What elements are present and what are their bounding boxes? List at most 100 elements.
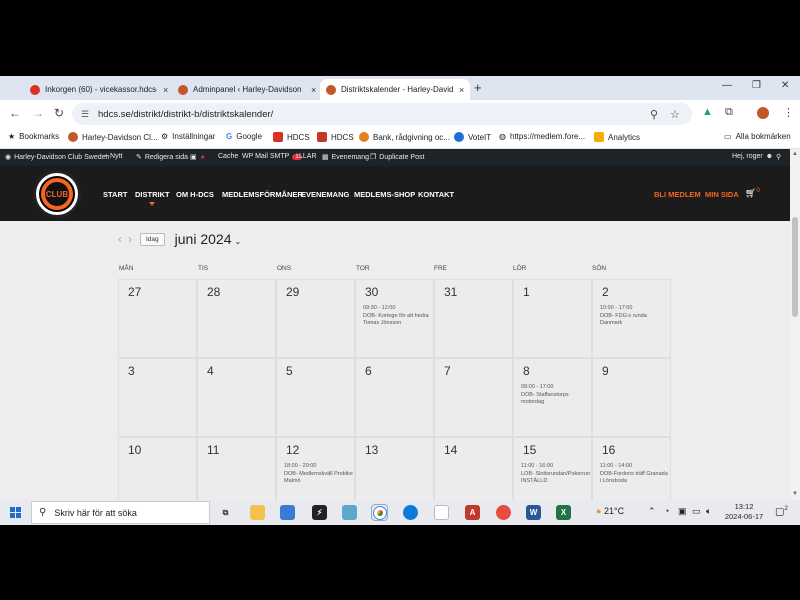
nav-medlemsformaner[interactable]: MEDLEMSFÖRMÅNER <box>222 190 303 199</box>
reload-button[interactable]: ↻ <box>54 106 64 120</box>
edge-icon[interactable] <box>403 505 418 520</box>
admin-smtp-link[interactable]: WP Mail SMTP 1 <box>242 153 302 160</box>
bookmark-item[interactable]: HDCS <box>317 132 354 142</box>
admin-site-link[interactable]: ◉ Harley-Davidson Club Sweden <box>5 153 109 162</box>
windows-start-button[interactable] <box>10 507 21 518</box>
calendar-day-cell[interactable]: 13 <box>355 437 434 500</box>
tray-icon[interactable]: ◔ <box>664 506 669 516</box>
calendar-day-cell[interactable]: 3 <box>118 358 197 437</box>
minimize-button[interactable]: — <box>722 80 732 91</box>
calendar-day-cell[interactable]: 16 11:00 - 14:00 DOB-Fordons träff Granada… <box>592 437 671 500</box>
file-explorer-icon[interactable] <box>250 505 265 520</box>
notifications-button[interactable]: ▢2 <box>775 506 788 517</box>
join-button[interactable]: BLI MEDLEM <box>654 190 701 199</box>
admin-edit-link[interactable]: ✎ Redigera sida <box>136 153 188 162</box>
bookmark-item[interactable]: VoteIT <box>454 132 491 142</box>
bookmark-item[interactable]: Bank, rådgivning oc... <box>359 132 450 142</box>
task-view-icon[interactable]: ⧉ <box>218 505 233 520</box>
tab-distriktskalender[interactable]: Distriktskalender - Harley-David × <box>320 79 471 100</box>
month-selector[interactable]: juni 2024 ⌄ <box>175 231 242 247</box>
today-button[interactable]: Idag <box>140 232 165 246</box>
zoom-icon[interactable]: ⚲ <box>650 108 658 121</box>
cart-button[interactable]: 🛒︎0 <box>745 188 760 199</box>
admin-events-link[interactable]: ▦ Evenemang <box>322 153 369 162</box>
calendar-day-cell[interactable]: 2 10:00 - 17:00 DOB- FDG:s runda Danmark <box>592 279 671 358</box>
calendar-day-cell[interactable]: 28 <box>197 279 276 358</box>
page-scrollbar[interactable]: ▲ ▼ <box>790 149 800 500</box>
site-info-icon[interactable]: ☰ <box>81 109 89 120</box>
my-page-button[interactable]: MIN SIDA <box>705 190 739 199</box>
word-icon[interactable]: W <box>526 505 541 520</box>
tab-adminpanel[interactable]: Adminpanel ‹ Harley-Davidson × <box>172 79 322 100</box>
calendar-event[interactable]: 11:00 - 16:00 LOB- Slottsrundan/Pokerrun I… <box>521 463 591 485</box>
network-icon[interactable]: ▭ <box>692 506 701 517</box>
calendar-event[interactable]: 09:30 - 12:00 DOB- Kortege för att hedra … <box>363 305 433 327</box>
calendar-event[interactable]: 10:00 - 17:00 DOB- FDG:s runda Danmark <box>600 305 670 327</box>
weather-widget[interactable]: ● 21°C <box>596 506 624 516</box>
admin-cache-icons[interactable]: ▣ ● <box>190 153 205 162</box>
all-bookmarks[interactable]: ▭ Alla bokmärken <box>724 132 791 141</box>
back-button[interactable]: ← <box>9 106 21 120</box>
calendar-day-cell[interactable]: 30 09:30 - 12:00 DOB- Kortege för att hedr… <box>355 279 434 358</box>
admin-new-link[interactable]: + Nytt <box>104 153 122 160</box>
close-tab-icon[interactable]: × <box>311 85 316 95</box>
bookmark-item[interactable]: HDCS <box>273 132 310 142</box>
calendar-day-cell[interactable]: 15 11:00 - 16:00 LOB- Slottsrundan/Pokerru… <box>513 437 592 500</box>
nav-medlems-shop[interactable]: MEDLEMS-SHOP <box>354 190 415 199</box>
calendar-event[interactable]: 18:00 - 20:00 DOB- Medlemskväll Probike M… <box>284 463 354 485</box>
volume-icon[interactable]: 🔈︎ <box>706 506 711 517</box>
tab-gmail[interactable]: Inkorgen (60) - vicekassor.hdcs@ × <box>24 79 174 100</box>
bookmark-item[interactable]: Analytics <box>594 132 640 142</box>
nav-evenemang[interactable]: EVENEMANG <box>301 190 349 199</box>
nav-kontakt[interactable]: KONTAKT <box>418 190 454 199</box>
extensions-icon[interactable]: ⧉ <box>725 106 733 119</box>
bookmark-item[interactable]: ★ Bookmarks <box>8 132 59 141</box>
nav-start[interactable]: START <box>103 190 127 199</box>
calendar-day-cell[interactable]: 7 <box>434 358 513 437</box>
calendar-day-cell[interactable]: 1 <box>513 279 592 358</box>
calendar-event[interactable]: 09:00 - 17:00 DOB- Staffanstorps motordag <box>521 384 591 406</box>
nav-om-hdcs[interactable]: OM H-DCS <box>176 190 214 199</box>
admin-cache-link[interactable]: Cache <box>218 153 238 160</box>
menu-icon[interactable]: ⋮ <box>783 106 794 119</box>
paint-icon[interactable] <box>496 505 511 520</box>
scrollbar-thumb[interactable] <box>792 217 798 317</box>
bookmark-star-icon[interactable]: ☆ <box>670 108 680 121</box>
bookmark-item[interactable]: Harley-Davidson Cl... <box>68 132 158 142</box>
profile-avatar[interactable] <box>757 107 769 119</box>
scroll-up-icon[interactable]: ▲ <box>792 151 798 157</box>
calendar-day-cell[interactable]: 27 <box>118 279 197 358</box>
calendar-day-cell[interactable]: 9 <box>592 358 671 437</box>
close-window-button[interactable]: ✕ <box>781 80 789 91</box>
tray-app-icon[interactable]: ▣ <box>678 506 687 517</box>
clock[interactable]: 13:12 2024-06-17 <box>720 502 768 522</box>
admin-account[interactable]: Hej, roger ☻ <box>732 153 773 160</box>
prev-month-button[interactable]: ‹ <box>118 232 122 246</box>
terminal-icon[interactable]: ⚡︎ <box>312 505 327 520</box>
taskbar-search[interactable]: ⚲ Skriv här för att söka <box>31 501 210 524</box>
calendar-day-cell[interactable]: 29 <box>276 279 355 358</box>
bookmark-item[interactable]: ◍ https://medlem.fore... <box>499 132 585 141</box>
drive-extension-icon[interactable]: ▲ <box>702 106 713 118</box>
store-icon[interactable] <box>280 505 295 520</box>
calendar-day-cell[interactable]: 11 <box>197 437 276 500</box>
chrome-icon[interactable] <box>371 504 388 521</box>
calendar-day-cell[interactable]: 14 <box>434 437 513 500</box>
calendar-day-cell[interactable]: 4 <box>197 358 276 437</box>
admin-duplicate-link[interactable]: ❐ Duplicate Post <box>370 153 424 162</box>
hdcs-logo[interactable]: CLUB <box>33 170 81 218</box>
document-icon[interactable] <box>434 505 449 520</box>
acrobat-icon[interactable]: A <box>465 505 480 520</box>
admin-llar-link[interactable]: LLAR <box>299 153 317 160</box>
nav-distrikt[interactable]: DISTRIKT <box>135 190 170 206</box>
scroll-down-icon[interactable]: ▼ <box>792 491 798 497</box>
next-month-button[interactable]: › <box>128 232 132 246</box>
app-icon[interactable] <box>342 505 357 520</box>
admin-search-icon[interactable]: ⚲ <box>776 153 781 161</box>
calendar-day-cell[interactable]: 10 <box>118 437 197 500</box>
address-bar[interactable]: ☰ hdcs.se/distrikt/distrikt-b/distriktsk… <box>72 103 692 125</box>
tray-chevron-icon[interactable]: ⌃ <box>648 506 656 517</box>
new-tab-button[interactable]: + <box>474 80 482 95</box>
calendar-event[interactable]: 11:00 - 14:00 DOB-Fordons träff Granada i… <box>600 463 670 485</box>
restore-button[interactable]: ❐ <box>752 80 761 91</box>
